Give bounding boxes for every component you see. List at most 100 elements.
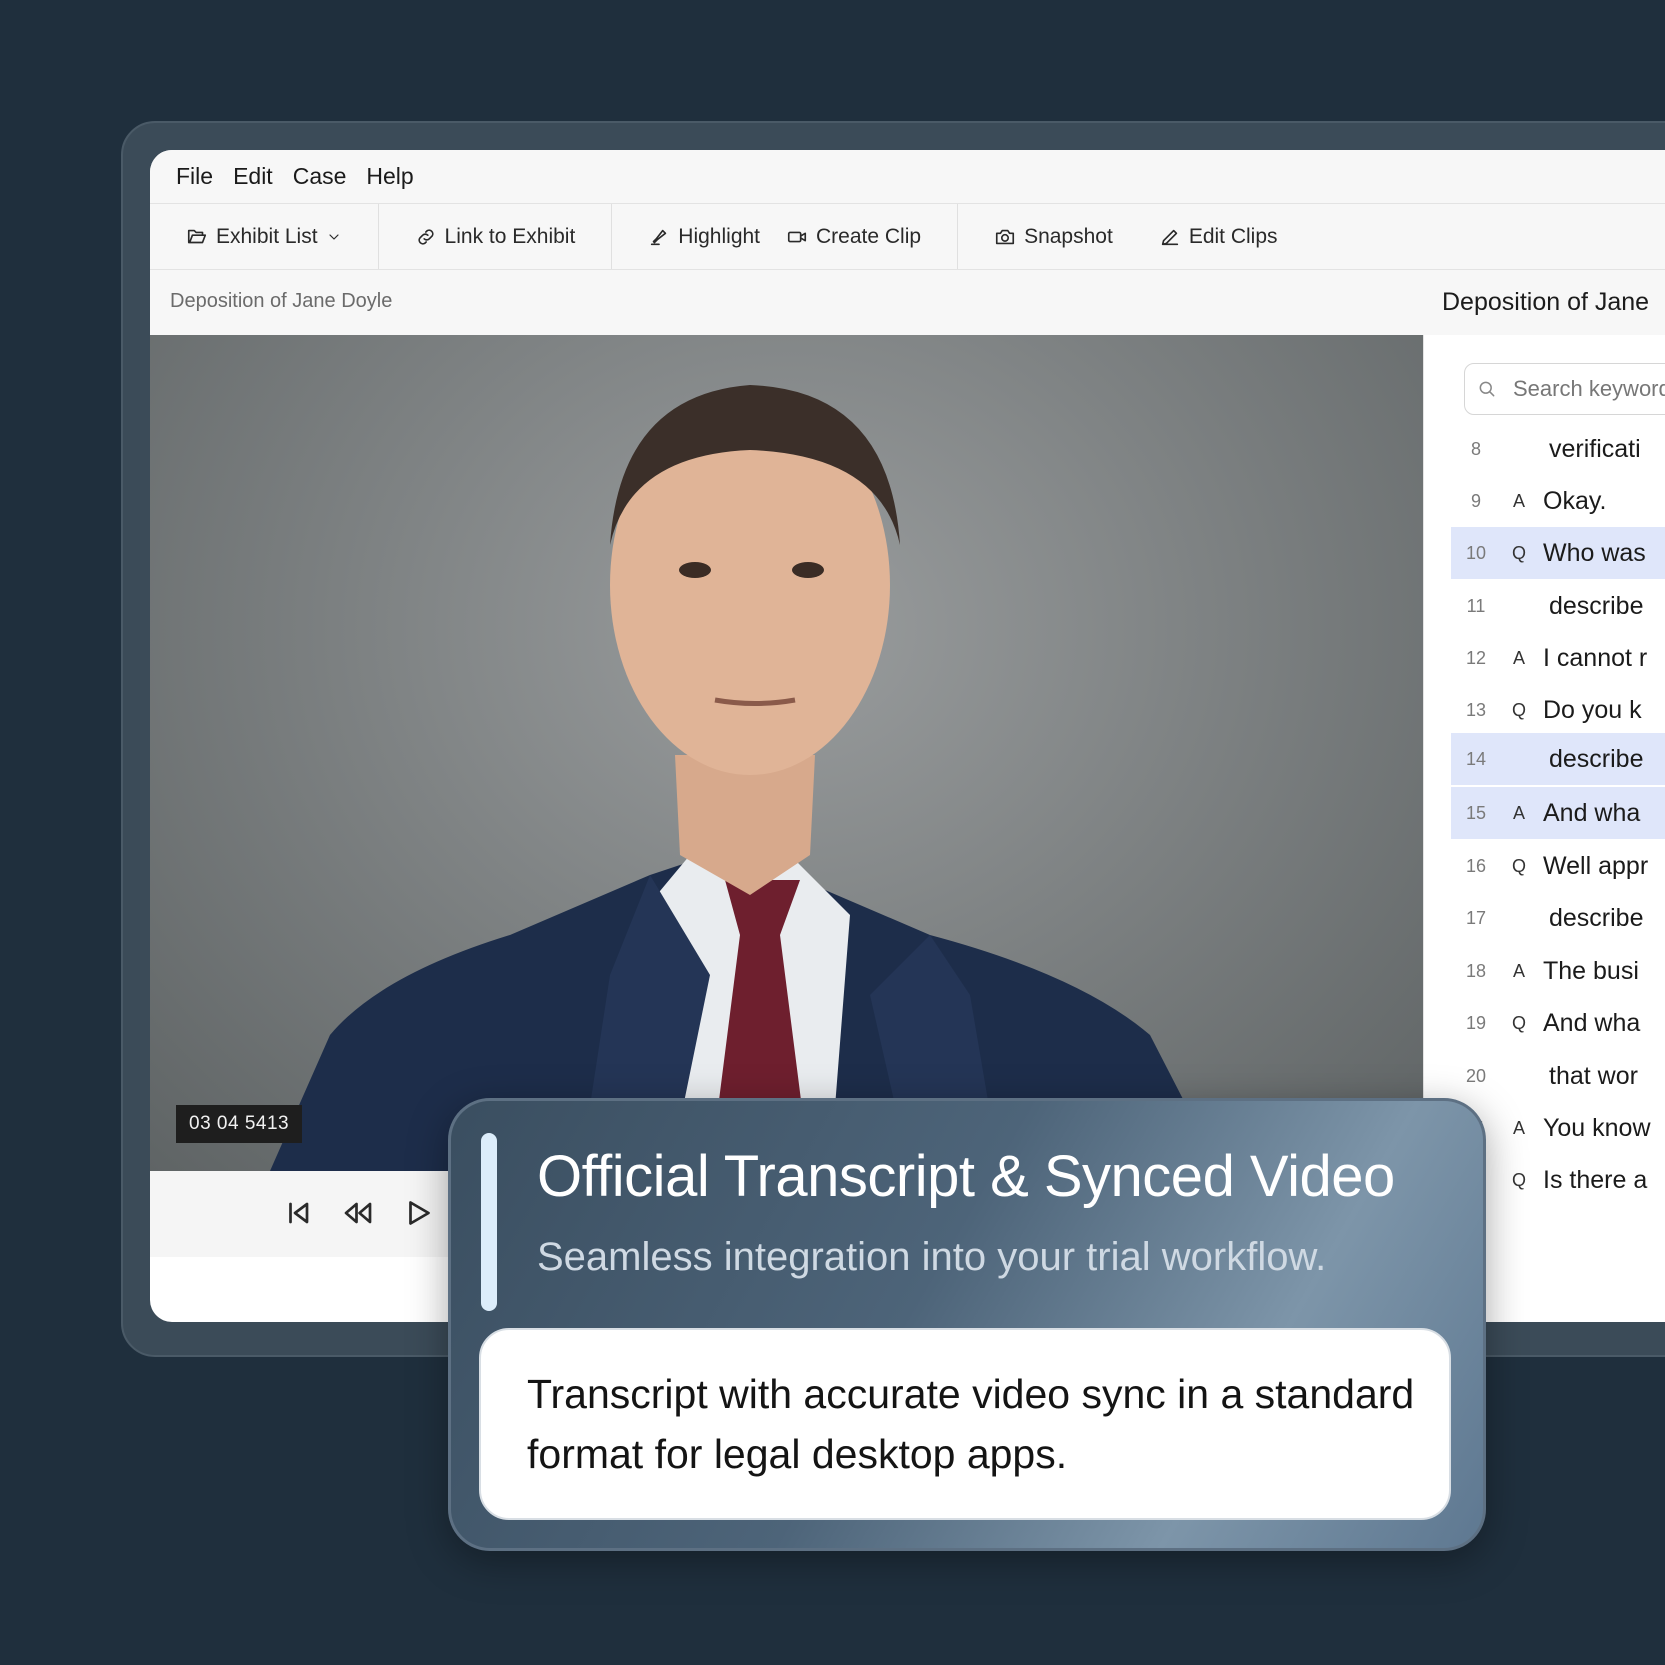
rewind-button[interactable] bbox=[340, 1195, 376, 1231]
link-to-exhibit-button[interactable]: Link to Exhibit bbox=[409, 225, 582, 249]
card-subheading: Seamless integration into your trial wor… bbox=[537, 1235, 1327, 1279]
speaker-label: Q bbox=[1511, 1012, 1526, 1033]
search-icon bbox=[1479, 381, 1495, 397]
transcript-line[interactable]: 8 verificati bbox=[1451, 423, 1665, 475]
card-accent-bar bbox=[481, 1133, 497, 1311]
card-body-text: Transcript with accurate video sync in a… bbox=[527, 1371, 1415, 1477]
line-text: And wha bbox=[1543, 1008, 1641, 1037]
document-titlebar: Deposition of Jane Doyle Deposition of J… bbox=[150, 270, 1665, 336]
chevron-down-icon bbox=[328, 233, 339, 240]
line-text: You know bbox=[1543, 1113, 1651, 1142]
transcript-line[interactable]: 14 describe bbox=[1451, 733, 1665, 785]
line-number: 18 bbox=[1465, 960, 1487, 981]
line-text: Do you k bbox=[1543, 695, 1642, 724]
snapshot-button[interactable]: Snapshot bbox=[988, 225, 1119, 249]
search-input[interactable] bbox=[1511, 375, 1665, 403]
line-number: 20 bbox=[1465, 1065, 1487, 1086]
edit-clips-label: Edit Clips bbox=[1188, 224, 1278, 248]
line-text: verificati bbox=[1549, 434, 1641, 463]
line-text: describe bbox=[1549, 744, 1644, 773]
transcript-line[interactable]: 20 that wor bbox=[1451, 1050, 1665, 1102]
create-clip-label: Create Clip bbox=[816, 224, 922, 248]
line-number: 8 bbox=[1470, 438, 1481, 459]
edit-clips-button[interactable]: Edit Clips bbox=[1153, 225, 1284, 249]
exhibit-list-button[interactable]: Exhibit List bbox=[180, 225, 348, 249]
play-icon bbox=[409, 1201, 430, 1225]
highlight-label: Highlight bbox=[678, 224, 761, 248]
line-number: 11 bbox=[1466, 595, 1486, 616]
create-clip-button[interactable]: Create Clip bbox=[780, 225, 927, 249]
deposition-title-right: Deposition of Jane bbox=[1442, 288, 1650, 316]
line-number: 15 bbox=[1465, 802, 1487, 823]
speaker-label: Q bbox=[1511, 542, 1526, 563]
transcript-line[interactable]: 15 A And wha bbox=[1451, 787, 1665, 839]
play-button[interactable] bbox=[400, 1195, 436, 1231]
menu-bar: File Edit Case Help bbox=[150, 150, 1665, 204]
skip-back-icon bbox=[289, 1202, 309, 1224]
menu-help[interactable]: Help bbox=[366, 163, 413, 190]
speaker-label: Q bbox=[1511, 1169, 1526, 1190]
folder-icon bbox=[187, 229, 207, 243]
line-number: 9 bbox=[1470, 490, 1481, 511]
camera-icon bbox=[995, 229, 1015, 244]
feature-card: Official Transcript & Synced Video Seaml… bbox=[448, 1098, 1486, 1551]
deposition-title-left: Deposition of Jane Doyle bbox=[170, 290, 393, 312]
transcript-line[interactable]: 9 A Okay. bbox=[1451, 475, 1665, 527]
transcript-line[interactable]: 10 Q Who was bbox=[1451, 527, 1665, 579]
transcript-line[interactable]: 19 Q And wha bbox=[1451, 997, 1665, 1049]
transcript-search bbox=[1464, 363, 1665, 415]
line-text: that wor bbox=[1549, 1061, 1638, 1090]
line-number: 12 bbox=[1465, 647, 1487, 668]
rewind-icon bbox=[344, 1202, 372, 1224]
exhibit-list-label: Exhibit List bbox=[216, 224, 318, 248]
menu-file[interactable]: File bbox=[176, 163, 213, 190]
toolbar-group-clip: Highlight Create Clip bbox=[612, 204, 959, 269]
line-number: 10 bbox=[1465, 542, 1487, 563]
toolbar: Exhibit List Link to Exhibit Highlight C… bbox=[150, 204, 1665, 270]
link-icon bbox=[417, 228, 434, 245]
transcript-line[interactable]: 13 Q Do you k bbox=[1451, 684, 1665, 736]
highlighter-icon bbox=[651, 229, 667, 245]
transcript-line[interactable]: 12 A I cannot r bbox=[1451, 632, 1665, 684]
card-body-box: Transcript with accurate video sync in a… bbox=[479, 1328, 1451, 1520]
line-text: I cannot r bbox=[1543, 643, 1648, 672]
card-heading: Official Transcript & Synced Video bbox=[537, 1144, 1395, 1209]
line-text: describe bbox=[1549, 591, 1644, 620]
link-to-exhibit-label: Link to Exhibit bbox=[444, 224, 576, 248]
speaker-label: Q bbox=[1511, 855, 1526, 876]
snapshot-label: Snapshot bbox=[1024, 224, 1113, 248]
pencil-icon bbox=[1161, 229, 1178, 245]
line-text: Okay. bbox=[1543, 486, 1607, 515]
transcript-line[interactable]: 18 A The busi bbox=[1451, 945, 1665, 997]
line-number: 16 bbox=[1465, 855, 1487, 876]
toolbar-group-exhibit: Exhibit List bbox=[150, 204, 379, 269]
witness-video-frame bbox=[270, 385, 1220, 1171]
transcript-line[interactable]: 11 describe bbox=[1451, 580, 1665, 632]
video-player[interactable]: 03 04 5413 bbox=[150, 335, 1423, 1171]
menu-case[interactable]: Case bbox=[293, 163, 347, 190]
line-number: 17 bbox=[1465, 907, 1487, 928]
line-text: describe bbox=[1549, 903, 1644, 932]
speaker-label: A bbox=[1512, 1117, 1525, 1138]
highlight-button[interactable]: Highlight bbox=[642, 225, 766, 249]
speaker-label: A bbox=[1512, 490, 1525, 511]
line-number: 19 bbox=[1465, 1012, 1487, 1033]
line-text: Well appr bbox=[1543, 851, 1649, 880]
transcript-line[interactable]: 17 describe bbox=[1451, 892, 1665, 944]
menu-edit[interactable]: Edit bbox=[233, 163, 273, 190]
speaker-label: A bbox=[1512, 647, 1525, 668]
line-text: The busi bbox=[1543, 956, 1639, 985]
line-number: 13 bbox=[1465, 699, 1487, 720]
toolbar-group-snapshot: Snapshot Edit Clips bbox=[958, 204, 1313, 269]
timecode-display: 03 04 5413 bbox=[176, 1105, 303, 1143]
line-text: Who was bbox=[1543, 538, 1646, 567]
speaker-label: A bbox=[1512, 802, 1525, 823]
line-number: 14 bbox=[1465, 748, 1487, 769]
transcript-line[interactable]: 16 Q Well appr bbox=[1451, 840, 1665, 892]
speaker-label: Q bbox=[1511, 699, 1526, 720]
skip-to-start-button[interactable] bbox=[280, 1195, 316, 1231]
toolbar-group-link: Link to Exhibit bbox=[379, 204, 613, 269]
speaker-label: A bbox=[1512, 960, 1525, 981]
video-camera-icon bbox=[787, 231, 807, 242]
line-text: Is there a bbox=[1543, 1165, 1648, 1194]
